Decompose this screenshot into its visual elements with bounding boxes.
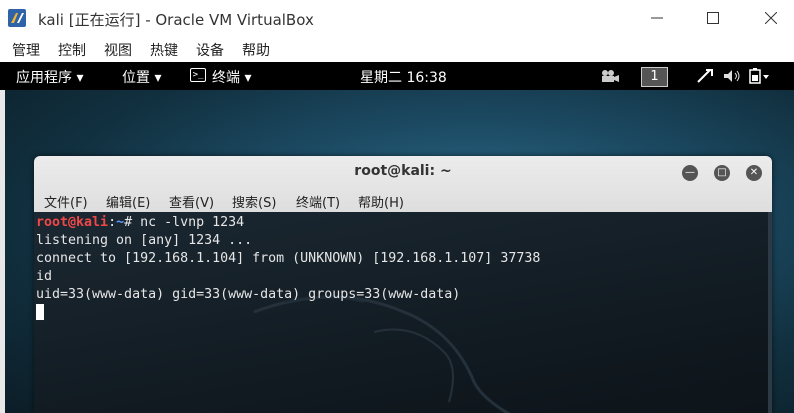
chevron-down-icon: ▾	[76, 70, 84, 86]
maximize-icon	[707, 12, 719, 24]
prompt-user: root@kali	[36, 215, 109, 230]
terminal-window[interactable]: root@kali: ~ — □ ✕ 文件(F) 编辑(E) 查看(V) 搜索(…	[34, 156, 772, 413]
terminal-scrollbar[interactable]	[768, 212, 772, 413]
close-button[interactable]	[748, 0, 794, 36]
terminal-app-label: 终端	[212, 70, 240, 86]
terminal-body[interactable]: root@kali:~# nc -lvnp 1234 listening on …	[34, 212, 772, 413]
prompt-colon: :	[108, 215, 117, 230]
volume-icon[interactable]	[722, 68, 742, 84]
window-title: kali [正在运行] - Oracle VM VirtualBox	[38, 11, 314, 29]
chevron-down-icon: ▾	[244, 70, 252, 86]
prompt-path: ~	[116, 215, 125, 230]
terminal-title: root@kali: ~	[354, 163, 452, 179]
output-line: uid=33(www-data) gid=33(www-data) groups…	[36, 287, 461, 302]
output-line: listening on [any] 1234 ...	[36, 233, 253, 248]
menu-view[interactable]: 视图	[104, 40, 132, 60]
output-line: connect to [192.168.1.104] from (UNKNOWN…	[36, 251, 541, 266]
menu-manage[interactable]: 管理	[12, 40, 40, 60]
clock[interactable]: 星期二 16:38	[360, 67, 447, 87]
output-line: id	[36, 269, 53, 284]
command-text: nc -lvnp 1234	[140, 215, 245, 230]
applications-label: 应用程序	[16, 70, 72, 86]
prompt-symbol: #	[124, 215, 141, 230]
terminal-menu-terminal[interactable]: 终端(T)	[296, 192, 340, 211]
terminal-icon: >_	[190, 68, 206, 82]
terminal-menu-edit[interactable]: 编辑(E)	[106, 192, 150, 211]
applications-menu[interactable]: 应用程序 ▾	[16, 67, 83, 87]
terminal-app-menu[interactable]: 终端 ▾	[212, 67, 251, 87]
terminal-menu-file[interactable]: 文件(F)	[44, 192, 88, 211]
menu-hotkeys[interactable]: 热键	[150, 40, 178, 60]
close-icon	[765, 12, 777, 24]
chevron-down-icon: ▾	[154, 70, 162, 86]
menu-devices[interactable]: 设备	[196, 40, 224, 60]
menu-help[interactable]: 帮助	[242, 40, 270, 60]
network-icon[interactable]	[696, 68, 714, 84]
vbox-menubar: 管理 控制 视图 热键 设备 帮助	[0, 36, 794, 62]
terminal-maximize-button[interactable]: □	[714, 165, 730, 181]
virtualbox-app-icon	[8, 9, 26, 27]
places-label: 位置	[122, 70, 150, 86]
maximize-button[interactable]	[690, 0, 736, 36]
text-cursor[interactable]	[36, 304, 44, 320]
maximize-icon: □	[717, 167, 727, 178]
minimize-icon	[651, 17, 663, 19]
minimize-icon: —	[685, 167, 695, 178]
terminal-close-button[interactable]: ✕	[746, 165, 762, 181]
power-battery-icon[interactable]	[748, 67, 770, 85]
places-menu[interactable]: 位置 ▾	[122, 67, 161, 87]
guest-screen[interactable]: 应用程序 ▾ 位置 ▾ >_ 终端 ▾ 星期二 16:38 1 root@kal…	[0, 62, 794, 413]
gnome-top-bar: 应用程序 ▾ 位置 ▾ >_ 终端 ▾ 星期二 16:38 1	[0, 62, 794, 90]
terminal-menu-search[interactable]: 搜索(S)	[232, 192, 276, 211]
minimize-button[interactable]	[634, 0, 680, 36]
terminal-menu-help[interactable]: 帮助(H)	[358, 192, 404, 211]
video-camera-icon[interactable]	[600, 69, 620, 83]
terminal-header[interactable]: root@kali: ~ — □ ✕ 文件(F) 编辑(E) 查看(V) 搜索(…	[34, 156, 772, 212]
vbox-titlebar: kali [正在运行] - Oracle VM VirtualBox	[0, 0, 794, 36]
workspace-indicator[interactable]: 1	[641, 67, 668, 87]
desktop-edge	[0, 90, 5, 413]
terminal-minimize-button[interactable]: —	[682, 165, 698, 181]
terminal-output: root@kali:~# nc -lvnp 1234 listening on …	[36, 214, 540, 323]
terminal-menu-view[interactable]: 查看(V)	[169, 192, 214, 211]
menu-control[interactable]: 控制	[58, 40, 86, 60]
close-icon: ✕	[749, 167, 759, 178]
